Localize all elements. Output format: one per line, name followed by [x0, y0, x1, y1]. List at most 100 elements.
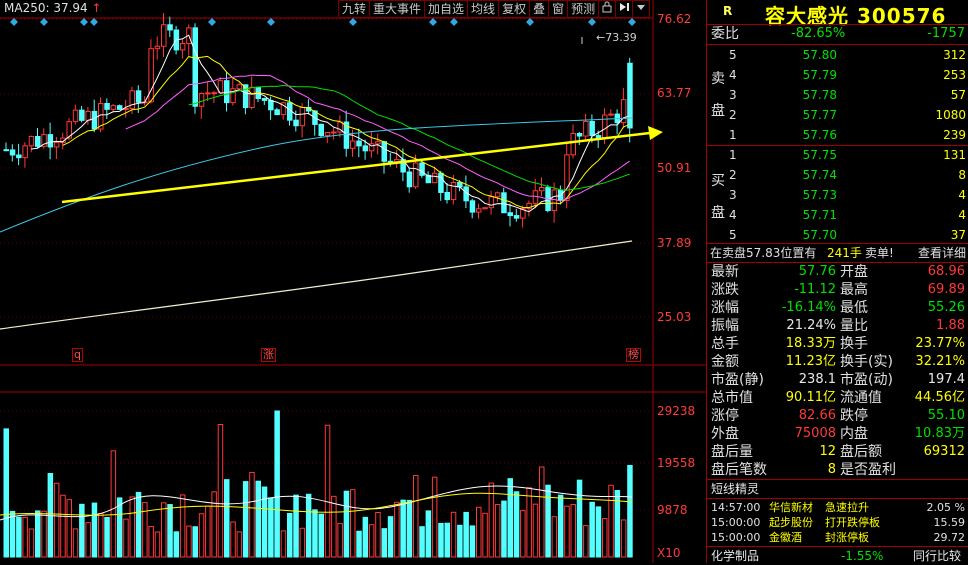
- bid-row-1[interactable]: 1 57.75 131: [707, 146, 968, 164]
- candle-body: [28, 135, 35, 147]
- volume-bar: [268, 497, 274, 558]
- volume-bar: [337, 522, 343, 558]
- volume-bar: [576, 479, 583, 558]
- stat-value: 18.33万: [785, 336, 836, 351]
- stat-value: 57.76: [798, 264, 836, 279]
- toolbar-moving-average-button[interactable]: 均线: [467, 0, 500, 18]
- candle-body: [192, 27, 198, 107]
- stat-label: 流通值: [840, 390, 882, 406]
- candle-body: [249, 86, 255, 109]
- stat-value: 8: [827, 462, 836, 477]
- candle-body: [356, 140, 362, 147]
- candle-body: [444, 191, 450, 201]
- candle-body: [350, 140, 356, 149]
- stat-label: 涨停: [711, 408, 739, 424]
- stat-label: 换手(实): [840, 354, 893, 370]
- bid-row-4[interactable]: 4 57.71 4: [707, 206, 968, 224]
- volume-bar: [22, 516, 28, 558]
- stat-value: 90.11亿: [785, 390, 836, 405]
- volume-bar: [482, 512, 488, 558]
- toolbar-overlay-button[interactable]: 叠: [529, 0, 550, 18]
- big-order-type: 卖单!: [865, 246, 894, 260]
- ask-row-2[interactable]: 2 57.77 1080: [707, 106, 968, 124]
- event-marker-limit-up[interactable]: 涨: [261, 348, 276, 362]
- arrow-right-stop-icon[interactable]: [615, 0, 634, 18]
- candle-body: [583, 120, 589, 137]
- event-marker-ranking[interactable]: 榜: [626, 348, 641, 362]
- industry-row[interactable]: 化学制品 -1.55% 同行比较: [707, 547, 968, 565]
- toolbar-adjust-button[interactable]: 复权: [498, 0, 531, 18]
- volume-bar: [217, 424, 224, 558]
- volume-bar: [413, 475, 419, 558]
- stat-label: 市盈(动): [840, 372, 893, 388]
- volume-bar: [356, 530, 362, 558]
- event-marker-q[interactable]: q: [72, 348, 83, 362]
- stat-label: 最低: [840, 300, 868, 316]
- toolbar-jiuzhuan-button[interactable]: 九转: [338, 0, 371, 18]
- view-detail-link[interactable]: 查看详细: [918, 244, 966, 262]
- margin-flag: R: [723, 4, 733, 18]
- ask-row-1[interactable]: 1 57.76 239: [707, 126, 968, 144]
- lock-icon[interactable]: [598, 0, 617, 18]
- candle-body: [375, 141, 381, 145]
- stat-label: 最高: [840, 282, 868, 298]
- bid-row-5[interactable]: 5 57.70 37: [707, 226, 968, 244]
- stat-label: 涨幅: [711, 300, 739, 316]
- kline-chart-area[interactable]: MA250: 37.94 ↑ 九转 重大事件 加自选 均线 复权 叠 窗 预测 …: [0, 0, 706, 563]
- toolbar-add-watchlist-button[interactable]: 加自选: [424, 0, 469, 18]
- ask-price: 57.76: [802, 128, 837, 142]
- bid-row-2[interactable]: 2 57.74 8: [707, 166, 968, 184]
- dropdown-icon[interactable]: [632, 0, 651, 18]
- volume-bar: [173, 531, 180, 558]
- news-item[interactable]: 15:00:00 起步股份 打开跌停板 15.59: [707, 515, 968, 530]
- stat-label: 总市值: [711, 390, 753, 406]
- candle-body: [22, 145, 28, 159]
- candle-body: [406, 171, 413, 188]
- bid-volume: 131: [943, 148, 966, 162]
- ask-row-4[interactable]: 4 57.79 253: [707, 66, 968, 84]
- quote-panel: R 容大感光 300576 委比 -82.65% -1757 卖 盘 5 57.8…: [706, 0, 968, 563]
- news-item[interactable]: 15:00:00 金徽酒 封涨停板 29.72: [707, 530, 968, 545]
- volume-bar: [236, 531, 243, 558]
- ask-row-3[interactable]: 3 57.78 57: [707, 86, 968, 104]
- volume-bar: [123, 518, 129, 558]
- bid-row-3[interactable]: 3 57.73 4: [707, 186, 968, 204]
- toolbar-major-events-button[interactable]: 重大事件: [369, 0, 426, 18]
- ma250-value: MA250: 37.94: [4, 1, 88, 15]
- candle-body: [85, 110, 91, 121]
- candle-body: [324, 132, 331, 137]
- volume-bar: [28, 528, 35, 558]
- news-item[interactable]: 14:57:00 华信新材 急速拉升 2.05 %: [707, 500, 968, 515]
- candle-body: [494, 192, 501, 198]
- volume-bar: [343, 490, 350, 558]
- volume-bar: [85, 522, 91, 558]
- ask-volume: 57: [950, 88, 966, 102]
- toolbar-window-button[interactable]: 窗: [548, 0, 569, 18]
- candle-body: [179, 43, 186, 51]
- stat-label: 市盈(静): [711, 372, 764, 388]
- candle-body: [261, 98, 268, 101]
- price-tick-1: 76.62: [657, 12, 692, 26]
- candle-body: [79, 109, 85, 121]
- candle-body: [116, 105, 123, 110]
- weibi-row: 委比 -82.65% -1757: [707, 25, 968, 43]
- bid-volume: 37: [950, 228, 966, 242]
- candle-body: [211, 92, 217, 95]
- bid-volume: 4: [958, 188, 966, 202]
- stat-label: 总手: [711, 336, 739, 352]
- peer-compare-link[interactable]: 同行比较: [913, 547, 961, 565]
- kline-chart[interactable]: [0, 0, 706, 563]
- candle-body: [413, 162, 419, 188]
- candle-body: [507, 212, 513, 217]
- volume-bar: [589, 501, 595, 558]
- chart-toolbar: 九转 重大事件 加自选 均线 复权 叠 窗 预测: [338, 0, 651, 18]
- toolbar-forecast-button[interactable]: 预测: [567, 0, 600, 18]
- stat-row: 涨幅 -16.14% 最低 55.26: [707, 299, 968, 317]
- ask-volume: 1080: [935, 108, 966, 122]
- news-event: 打开跌停板: [825, 516, 880, 529]
- weibi-diff: -1757: [927, 26, 965, 41]
- news-title[interactable]: 短线精灵: [711, 480, 759, 498]
- stat-value: 68.96: [927, 264, 965, 279]
- news-event: 急速拉升: [825, 501, 869, 514]
- ask-row-5[interactable]: 5 57.80 312: [707, 46, 968, 64]
